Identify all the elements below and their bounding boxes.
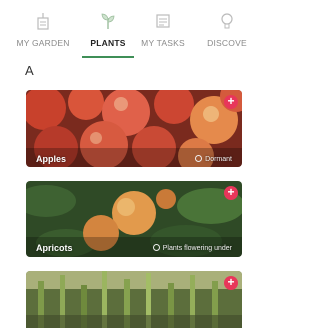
section-letter-header: A [25, 63, 34, 78]
tab-my-garden-label: MY GARDEN [16, 38, 70, 48]
add-plant-button[interactable]: + [224, 186, 238, 200]
garden-icon [37, 13, 49, 30]
add-plant-button[interactable]: + [224, 276, 238, 290]
tab-my-garden[interactable]: MY GARDEN [8, 12, 78, 62]
plant-card-apricots[interactable]: + Apricots Plants flowering under [26, 181, 242, 257]
tab-discover[interactable]: DISCOVE [192, 12, 262, 62]
add-plant-button[interactable]: + [224, 95, 238, 109]
tab-my-tasks[interactable]: MY TASKS [128, 12, 198, 62]
plant-card-apples[interactable]: + Apples Dormant [26, 90, 242, 167]
plant-card-status: Plants flowering under [152, 244, 232, 252]
plant-card-status: Dormant [195, 155, 232, 163]
asparagus-photo [26, 271, 242, 328]
plant-sprout-icon [101, 13, 115, 29]
lightbulb-icon [221, 13, 233, 29]
plant-card-name: Apples [36, 154, 67, 164]
active-tab-indicator [82, 56, 134, 58]
tab-my-tasks-label: MY TASKS [141, 38, 185, 48]
plant-card-name: Apricots [36, 243, 73, 253]
top-tab-bar: MY GARDEN PLANTS MY TASKS DISCOVE [0, 0, 247, 62]
plant-card-third[interactable]: + [26, 271, 242, 328]
clock-icon [152, 244, 160, 251]
tab-discover-label: DISCOVE [207, 38, 247, 48]
clock-icon [195, 155, 203, 162]
tasks-icon [156, 14, 170, 28]
